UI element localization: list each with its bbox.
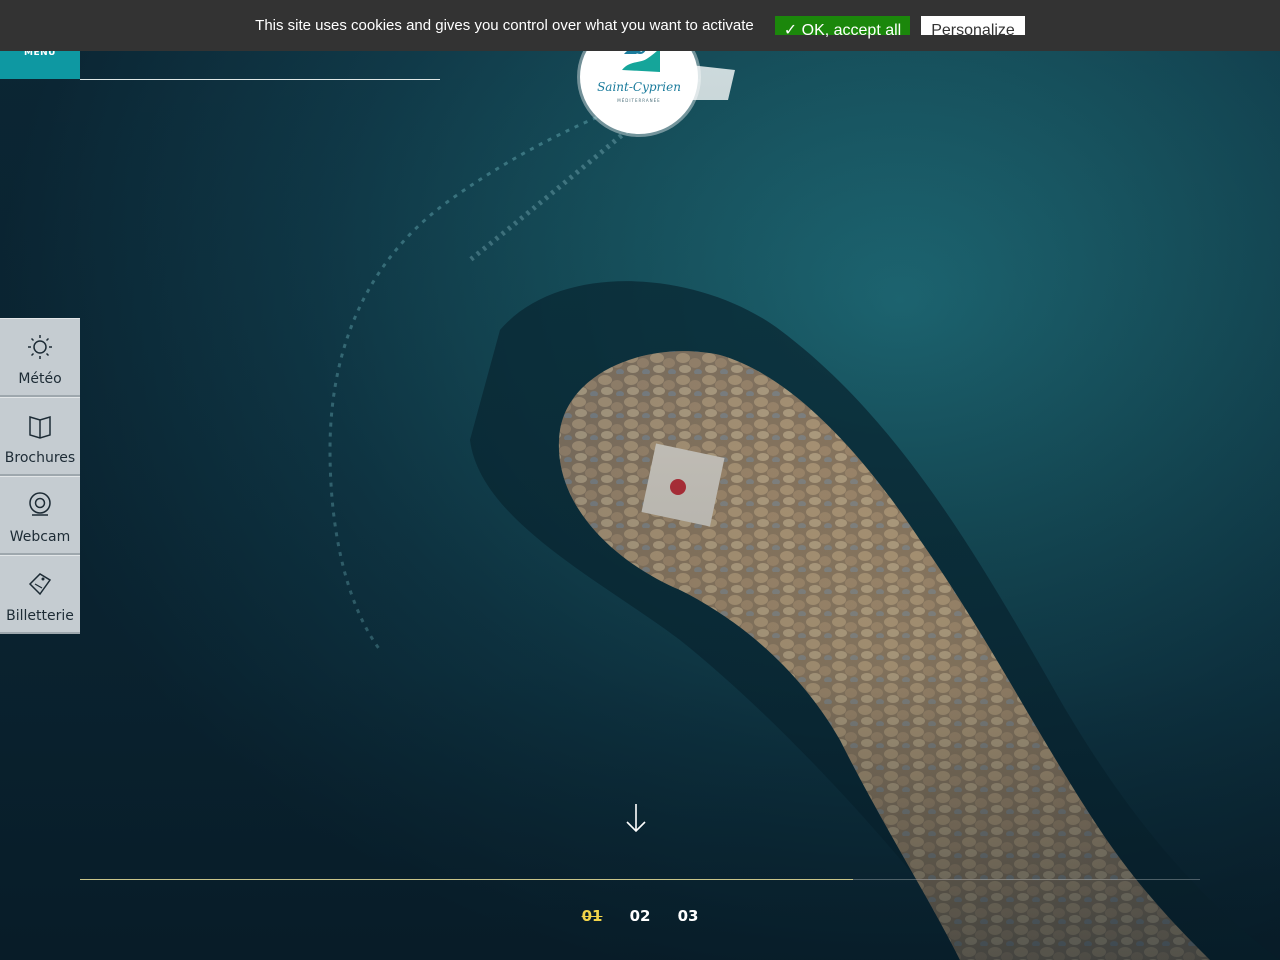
slide-progress-fill xyxy=(80,879,853,880)
logo-text: Saint-Cyprien xyxy=(597,80,681,94)
personalize-button[interactable]: Personalize xyxy=(921,16,1025,39)
book-icon xyxy=(29,415,51,439)
sidebar-item-label: Billetterie xyxy=(6,608,74,624)
slide-pager: 01 02 03 xyxy=(0,907,1280,925)
cookie-message: This site uses cookies and gives you con… xyxy=(255,17,754,34)
sidebar-item-label: Webcam xyxy=(9,529,71,545)
webcam-icon xyxy=(29,492,51,516)
sidebar-item-brochures[interactable]: Brochures xyxy=(0,397,80,476)
ticket-icon xyxy=(28,573,52,596)
slide-page-button[interactable]: 02 xyxy=(626,907,654,925)
sun-icon xyxy=(28,335,52,359)
sidebar-item-webcam[interactable]: Webcam xyxy=(0,476,80,555)
header-divider xyxy=(80,79,440,80)
sidebar-item-label: Météo xyxy=(18,371,62,387)
sidebar-item-billetterie[interactable]: Billetterie xyxy=(0,555,80,634)
slide-page-button[interactable]: 01 xyxy=(578,907,606,925)
sidebar-item-meteo[interactable]: Météo xyxy=(0,318,80,397)
slide-progress-track xyxy=(80,879,1200,880)
quick-links-sidebar: Météo Brochures Webcam Billetterie xyxy=(0,318,80,634)
sidebar-item-label: Brochures xyxy=(4,450,76,466)
scroll-down-arrow-icon[interactable] xyxy=(624,802,648,834)
slide-page-button[interactable]: 03 xyxy=(674,907,702,925)
logo-subtext: MÉDITERRANÉE xyxy=(617,98,661,103)
accept-all-button[interactable]: ✓ OK, accept all xyxy=(774,16,911,39)
cookie-banner: This site uses cookies and gives you con… xyxy=(0,0,1280,51)
